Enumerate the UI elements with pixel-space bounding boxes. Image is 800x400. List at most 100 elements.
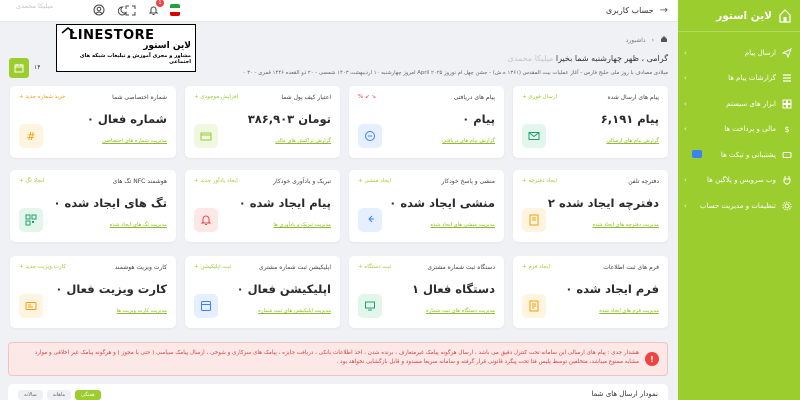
date-line: ۰ امروز چهارشنبه ۱۰ اردیبهشت ۱۴۰۳ شمسی -… [242,70,668,76]
sidebar: لاین استور ‹ ارسال پیام ‹ گزارشات پیام ه… [678,0,800,400]
card-link[interactable]: گزارش پیام های ارسالی [606,138,659,144]
list-icon [782,73,792,83]
qr-icon [19,208,43,232]
form-icon [522,294,546,318]
sidebar-item-support[interactable]: پشتیبانی و تیکت ها [678,142,800,168]
card-action-button[interactable]: + ایجاد یادآور جدید [194,178,238,184]
card-action-button[interactable]: + ایجاد فرم [522,264,550,270]
card-dedicated-number: شماره اختصاصی شما + خرید شماره جدید ۰ شم… [10,86,176,158]
card-value: ۳۸۶,۹۰۳ تومان [247,112,331,126]
card-link[interactable]: مدیریت دستگاه های ثبت شماره [426,308,495,314]
card-link[interactable]: مدیریت دفترچه های ایجاد شده [593,222,659,228]
sidebar-item-settings[interactable]: ‹ تنظیمات و مدیریت حساب [678,193,800,219]
warning-alert: ! هشدار جدی : پیام های ارسالی این سامانه… [8,342,668,376]
reply-icon [358,208,382,232]
chevron-left-icon: ‹ [684,176,687,185]
dollar-icon: $ [784,124,790,134]
card-value: ۶,۱۹۱ پیام [600,112,659,126]
chevron-left-icon: › [651,36,654,44]
bell-icon[interactable]: 1 [146,0,164,17]
card-link[interactable]: مدیریت فرم های ایجاد شده [599,308,659,314]
warning-text: هشدار جدی : پیام های ارسالی این سامانه ت… [34,350,639,365]
card-title: اعتبار کیف پول شما [281,94,331,101]
card-action-button[interactable]: + ایجاد منشی [358,178,391,184]
chevron-left-icon: ‹ [684,74,687,83]
book-icon [522,208,546,232]
tab-weekly[interactable]: هفتگی [75,390,101,400]
card-link[interactable]: مدیریت شماره های اختصاصی [102,138,167,144]
bell-icon [194,208,218,232]
sidebar-item-label: ابزار های سیستم [726,99,776,108]
user-icon[interactable] [92,3,106,17]
card-link[interactable]: گزارش تراکنش های مالی [275,138,331,144]
card-action-button[interactable]: % ↙ ↘ [358,94,376,100]
top-bar: حساب کاربری → 1 [0,0,678,22]
calendar-button[interactable] [9,58,29,78]
card-action-button[interactable]: + ثبت اپلیکیشن [194,264,231,270]
settings-icon [782,201,792,211]
fullscreen-icon[interactable] [123,3,137,17]
watermark-subtitle: مشاور و مجری آموزش و تبلیغات شبکه های اج… [79,53,191,65]
notification-badge [692,150,702,158]
card-title: پیام های دریافتی [453,94,495,101]
card-title: کارت ویزیت هوشمند [114,264,167,271]
card-action-button[interactable]: + ثبت دستگاه [358,264,391,270]
card-action-button[interactable]: + ارسال فوری [522,94,557,100]
page-header: حساب کاربری → [606,5,668,16]
send-icon [782,47,792,58]
mail-icon [522,124,546,148]
card-link[interactable]: مدیریت منشی های ایجاد شده [430,222,495,228]
card-action-button[interactable]: + افزایش موجودی [194,94,238,100]
card-forms: فرم های ثبت اطلاعات + ایجاد فرم ۰ فرم ای… [513,256,668,328]
brand[interactable]: لاین استور [678,0,800,32]
sidebar-item-tools[interactable]: ‹ ابزار های سیستم [678,91,800,117]
iran-flag-icon[interactable] [170,4,180,16]
tab-yearly[interactable]: سالانه [18,390,43,400]
chevron-left-icon: ‹ [684,201,687,210]
card-action-button[interactable]: + ایجاد تگ [19,178,44,184]
tab-monthly[interactable]: ماهانه [46,390,72,400]
sidebar-item-reports[interactable]: ‹ گزارشات پیام ها [678,66,800,92]
card-received-messages: پیام های دریافتی % ↙ ↘ ۰ پیام گزارش پیام… [349,86,504,158]
home-icon[interactable] [660,35,668,45]
card-action-button[interactable]: + کارت ویزیت جدید [19,264,66,270]
card-link[interactable]: مدیریت کارت ویزیت ها [117,308,167,314]
card-value: ۰ اپلیکیشن فعال [236,282,331,296]
user-info[interactable]: میلیکا محمدی [16,2,53,10]
card-value: ۰ کارت ویزیت فعال [55,282,167,296]
sidebar-item-label: ارسال پیام [744,48,776,57]
card-reminder: تبریک و یادآوری خودکار + ایجاد یادآور جد… [185,170,340,242]
card-title: پیام های ارسال شده [607,94,659,101]
welcome-greeting: گرامی ، ظهر چهارشنبه شما بخیرا [555,54,668,63]
card-devices: دستگاه ثبت شماره مشتری + ثبت دستگاه ۱ دس… [349,256,504,328]
breadcrumb-current[interactable]: داشبورد [626,37,646,44]
card-title: دستگاه ثبت شماره مشتری [427,264,495,271]
ticket-icon [782,150,792,160]
app-icon [194,294,218,318]
card-title: تگ های NFC هوشمند [112,178,167,185]
card-action-button[interactable]: + خرید شماره جدید [19,94,65,100]
card-value: ۰ پیام [462,112,495,126]
breadcrumb: داشبورد › [626,35,668,45]
house-icon [61,27,75,34]
card-value: ۲ دفترچه ایجاد شده [547,196,659,210]
card-value: ۰ فرم ایجاد شده [565,282,659,296]
card-title: اپلیکیشن ثبت شماره مشتری [258,264,331,271]
chevron-left-icon: ‹ [684,48,687,57]
card-link[interactable]: مدیریت اپلیکیشن های ثبت شماره [258,308,331,314]
card-link[interactable]: گزارش پیام های دریافتی [442,138,495,144]
brand-logo-icon [779,8,791,23]
card-link[interactable]: مدیریت تگ های ایجاد شده [110,222,167,228]
card-action-button[interactable]: + ایجاد دفترچه [522,178,557,184]
card-link[interactable]: مدیریت تبریک و یادآوری ها [273,222,331,228]
arrow-right-icon[interactable]: → [660,5,668,16]
card-applications: اپلیکیشن ثبت شماره مشتری + ثبت اپلیکیشن … [185,256,340,328]
user-name: میلیکا محمدی [16,2,54,10]
sidebar-item-finance[interactable]: ‹ مالی و پرداخت ها $ [678,117,800,143]
sidebar-item-send[interactable]: ‹ ارسال پیام [678,40,800,66]
card-wallet: اعتبار کیف پول شما + افزایش موجودی ۳۸۶,۹… [185,86,340,158]
sidebar-item-label: تنظیمات و مدیریت حساب [699,201,776,210]
card-title: تبریک و یادآوری خودکار [273,178,331,185]
card-business-card: کارت ویزیت هوشمند + کارت ویزیت جدید ۰ کا… [10,256,176,328]
sidebar-item-webservice[interactable]: ‹ وب سرویس و پلاگین ها [678,168,800,194]
